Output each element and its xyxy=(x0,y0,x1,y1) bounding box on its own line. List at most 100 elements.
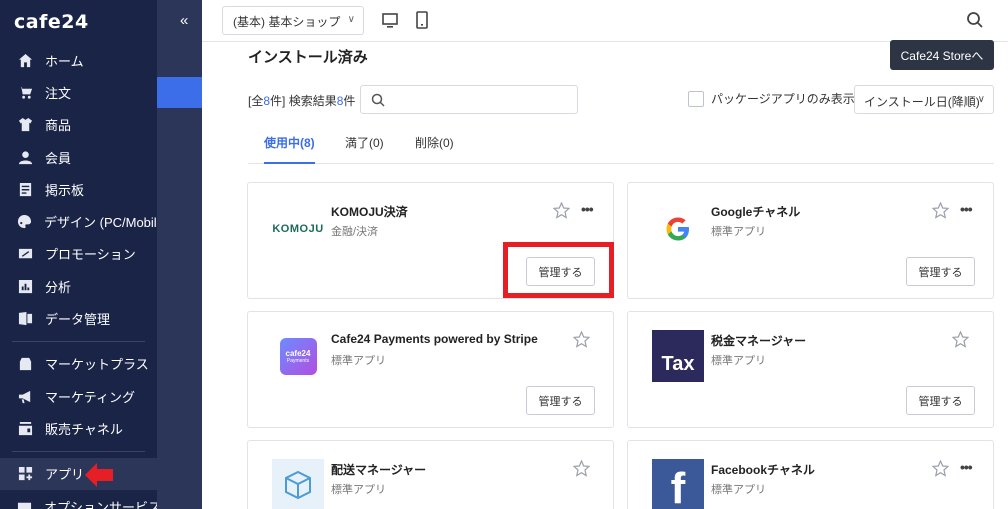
more-icon[interactable]: ••• xyxy=(960,201,973,217)
option-icon xyxy=(17,498,32,509)
checkbox-box[interactable] xyxy=(688,90,704,107)
sidebar-item-label: 分析 xyxy=(45,279,72,295)
highlight-box xyxy=(503,242,614,298)
shipping-logo xyxy=(266,459,330,509)
sidebar-divider xyxy=(12,450,145,452)
app-card-tax-manager: Tax 税金マネージャー 標準アプリ 管理する xyxy=(627,311,994,428)
sidebar-item-label: 商品 xyxy=(45,118,72,134)
app-card-shipping-manager: 配送マネージャー 標準アプリ xyxy=(247,440,614,509)
manage-button[interactable]: 管理する xyxy=(526,386,595,415)
cafe24-store-button[interactable]: Cafe24 Storeへ xyxy=(890,40,994,70)
channel-icon xyxy=(17,420,33,436)
app-category: 標準アプリ xyxy=(331,484,386,496)
sidebar-item-label: ホーム xyxy=(45,53,84,69)
star-icon[interactable] xyxy=(573,460,590,477)
google-icon xyxy=(666,217,689,241)
sidebar-item-label: デザイン (PC/Mobile) xyxy=(44,215,169,231)
sidebar-item-marketplus[interactable]: マーケットプラス xyxy=(0,348,157,380)
search-input[interactable] xyxy=(360,85,578,114)
search-icon[interactable] xyxy=(966,11,984,29)
manage-button[interactable]: 管理する xyxy=(906,257,975,286)
sidebar-item-label: 会員 xyxy=(45,150,72,166)
cafe24-payments-icon: cafe24 Payments xyxy=(279,337,317,375)
status-tabs: 使用中(8) 満了(0) 削除(0) xyxy=(248,128,994,164)
app-category: 標準アプリ xyxy=(711,355,766,367)
logo-subtext: Payments xyxy=(286,357,310,364)
sidebar-item-label: プロモーション xyxy=(45,247,136,263)
app-name: KOMOJU決済 xyxy=(331,205,408,219)
google-logo xyxy=(646,203,710,255)
chevron-down-icon: ∨ xyxy=(977,94,985,105)
sidebar-item-label: オプションサービス xyxy=(44,499,162,509)
shop-select[interactable]: (基本) 基本ショップ ∨ xyxy=(222,6,364,35)
app-category: 標準アプリ xyxy=(711,484,766,496)
sidebar-item-label: データ管理 xyxy=(45,312,111,328)
collapse-sidebar-icon[interactable]: « xyxy=(180,12,188,29)
result-count: [全8件] 検索結果8件 xyxy=(248,92,355,109)
count-prefix: [全 xyxy=(248,94,264,108)
manage-button[interactable]: 管理する xyxy=(906,386,975,415)
sidebar-item-channels[interactable]: 販売チャネル xyxy=(0,412,157,444)
sidebar-item-label: マーケットプラス xyxy=(45,357,149,373)
market-icon xyxy=(17,356,33,372)
sort-select[interactable]: インストール日(降順) ∨ xyxy=(854,85,994,114)
sidebar-item-products[interactable]: 商品 xyxy=(0,109,157,141)
cafe24-logo[interactable]: cafe24 xyxy=(14,11,89,33)
sidebar-item-board[interactable]: 掲示板 xyxy=(0,173,157,205)
star-icon[interactable] xyxy=(573,331,590,348)
sidebar-item-label: 販売チャネル xyxy=(45,421,123,437)
excel-icon xyxy=(17,311,33,327)
sidebar-divider xyxy=(12,340,145,342)
sidebar-item-data[interactable]: データ管理 xyxy=(0,302,157,334)
page-title: インストール済み xyxy=(248,49,368,66)
star-icon[interactable] xyxy=(932,460,949,477)
facebook-icon: f xyxy=(652,459,704,509)
app-name: Cafe24 Payments powered by Stripe xyxy=(331,332,538,346)
sidebar-item-label: 掲示板 xyxy=(45,182,85,198)
star-icon[interactable] xyxy=(553,202,570,219)
tab-deleted[interactable]: 削除(0) xyxy=(415,134,454,164)
app-name: 税金マネージャー xyxy=(711,334,807,348)
sidebar-item-apps[interactable]: アプリ xyxy=(0,457,157,490)
search-icon xyxy=(371,93,385,107)
star-icon[interactable] xyxy=(932,202,949,219)
chart-icon xyxy=(17,278,33,294)
app-name: Googleチャネル xyxy=(711,205,801,219)
sidebar-item-promotion[interactable]: プロモーション xyxy=(0,238,157,270)
sidebar-item-design[interactable]: デザイン (PC/Mobile) xyxy=(0,205,168,237)
sort-select-value: インストール日(降順) xyxy=(864,95,980,109)
app-card-cafe24-payments: cafe24 Payments Cafe24 Payments powered … xyxy=(247,311,614,428)
sidebar-menu: ホーム 注文 商品 会員 掲示板 デザイン (PC/Mobile) プロモーショ… xyxy=(0,44,168,509)
star-icon[interactable] xyxy=(952,331,969,348)
sidebar-item-label: 注文 xyxy=(45,85,72,101)
sidebar: cafe24 ホーム 注文 商品 会員 掲示板 デザイン (PC/Mobile) xyxy=(0,0,168,509)
count-suffix: 件 xyxy=(343,94,356,108)
sidebar-item-members[interactable]: 会員 xyxy=(0,141,157,173)
app-card-google: Googleチャネル 標準アプリ ••• 管理する xyxy=(627,182,994,299)
chevron-down-icon: ∨ xyxy=(347,14,355,25)
logo-text: cafe24 xyxy=(285,348,311,358)
box-icon xyxy=(272,459,324,509)
cafe24-payments-logo: cafe24 Payments xyxy=(266,330,330,382)
top-bar: (基本) 基本ショップ ∨ xyxy=(202,0,1008,42)
sidebar-item-orders[interactable]: 注文 xyxy=(0,76,157,108)
desktop-icon[interactable] xyxy=(381,11,399,29)
annotation-arrow-icon xyxy=(85,463,113,487)
shop-select-value: (基本) 基本ショップ xyxy=(233,15,341,29)
mobile-icon[interactable] xyxy=(413,11,431,29)
sidebar-item-options[interactable]: オプションサービス xyxy=(0,490,161,509)
user-icon xyxy=(17,149,33,165)
cart-icon xyxy=(17,84,33,100)
package-only-checkbox[interactable]: パッケージアプリのみ表示 xyxy=(688,90,855,107)
sidebar-item-analytics[interactable]: 分析 xyxy=(0,270,157,302)
tab-in-use[interactable]: 使用中(8) xyxy=(264,134,315,164)
sidebar-item-marketing[interactable]: マーケティング xyxy=(0,380,157,412)
facebook-logo: f xyxy=(646,459,710,509)
app-category: 標準アプリ xyxy=(711,226,766,238)
more-icon[interactable]: ••• xyxy=(581,201,594,217)
sidebar-item-home[interactable]: ホーム xyxy=(0,44,157,76)
more-icon[interactable]: ••• xyxy=(960,459,973,475)
board-icon xyxy=(17,181,33,197)
tab-expired[interactable]: 満了(0) xyxy=(345,134,384,164)
app-name: Facebookチャネル xyxy=(711,463,815,477)
